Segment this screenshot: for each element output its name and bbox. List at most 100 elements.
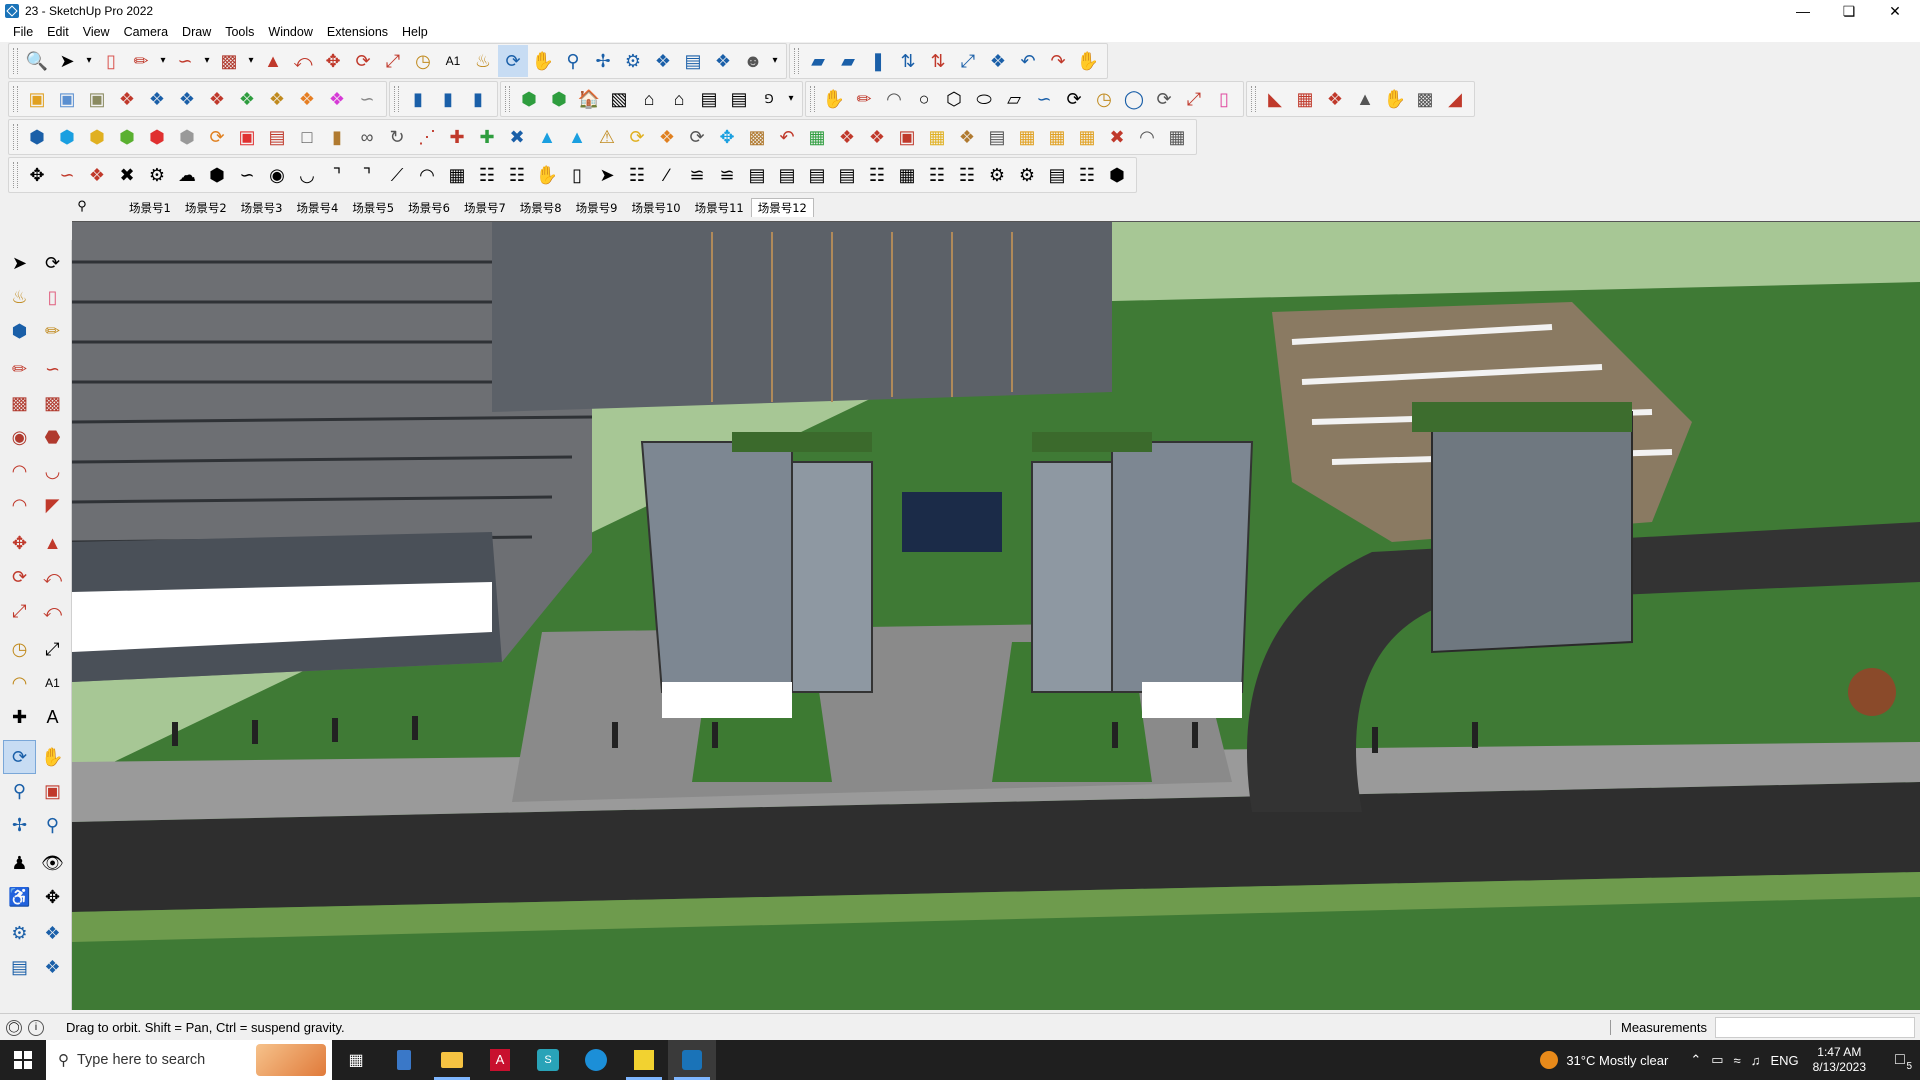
tool-r3-17-icon[interactable]: ✖ (502, 121, 532, 153)
tool-r4-5-icon[interactable]: ⚙ (142, 159, 172, 191)
chevron-down-icon[interactable]: ▾ (82, 45, 96, 77)
tool-r3-12-icon[interactable]: ∞ (352, 121, 382, 153)
push-pull-icon[interactable]: ▲ (36, 526, 69, 560)
tool-r3-1-icon[interactable]: ⬢ (22, 121, 52, 153)
windows-start-icon[interactable] (0, 1040, 46, 1080)
zoom-window-icon[interactable]: ▣ (36, 774, 69, 808)
arc-icon[interactable]: ◠ (3, 454, 36, 488)
tool-r4-35-icon[interactable]: ▤ (1042, 159, 1072, 191)
solid-intersect-icon[interactable]: ▣ (52, 83, 82, 115)
eraser-icon[interactable]: ▯ (36, 280, 69, 314)
zoom-icon[interactable]: ⚲ (3, 774, 36, 808)
scene-tab-8[interactable]: 场景号8 (513, 198, 569, 217)
sandbox-6-icon[interactable]: ❖ (262, 83, 292, 115)
extension-warehouse-icon[interactable]: ❖ (648, 45, 678, 77)
tool-r4-9-icon[interactable]: ◉ (262, 159, 292, 191)
scene-tab-4[interactable]: 场景号4 (289, 198, 345, 217)
tool-r3-11-icon[interactable]: ▮ (322, 121, 352, 153)
tool-r3-13-icon[interactable]: ↻ (382, 121, 412, 153)
tool-r4-14-icon[interactable]: ◠ (412, 159, 442, 191)
layout-icon[interactable]: ▤ (678, 45, 708, 77)
line-icon[interactable]: ✏ (3, 352, 36, 386)
close-icon[interactable]: ✕ (1872, 0, 1918, 22)
scene-tab-11[interactable]: 场景号11 (688, 198, 751, 217)
tool-r3-35-icon[interactable]: ▦ (1042, 121, 1072, 153)
freehand-icon[interactable]: ∽ (170, 45, 200, 77)
position-camera-icon[interactable]: ♟ (3, 846, 36, 880)
sandbox-1-icon[interactable]: ❖ (112, 83, 142, 115)
tool-r4-2-icon[interactable]: ∽ (52, 159, 82, 191)
push-pull-icon[interactable]: ▲ (258, 45, 288, 77)
chevron-down-icon[interactable]: ▾ (200, 45, 214, 77)
zoom-window-icon[interactable]: ✢ (588, 45, 618, 77)
tool-r4-25-icon[interactable]: ▤ (742, 159, 772, 191)
bottom-view-icon[interactable]: ▤ (724, 83, 754, 115)
restore-icon[interactable]: ❏ (1826, 0, 1872, 22)
extension-manager-icon[interactable]: ❖ (36, 950, 69, 984)
zoom-icon[interactable]: ⚲ (558, 45, 588, 77)
move-icon[interactable]: ✥ (3, 526, 36, 560)
scene-tab-3[interactable]: 场景号3 (234, 198, 290, 217)
sandbox-2-icon[interactable]: ❖ (142, 83, 172, 115)
tape-measure-icon[interactable]: ◷ (408, 45, 438, 77)
menu-edit[interactable]: Edit (40, 22, 76, 42)
scene-tab-2[interactable]: 场景号2 (178, 198, 234, 217)
plugin-7-icon[interactable]: ❖ (983, 45, 1013, 77)
home-icon[interactable]: ⌂ (634, 83, 664, 115)
right-view-icon[interactable]: ▧ (604, 83, 634, 115)
chevron-down-icon[interactable]: ▾ (768, 45, 782, 77)
move-icon[interactable]: ✥ (318, 45, 348, 77)
paint-bucket-icon[interactable]: ♨ (3, 280, 36, 314)
plugin-6-icon[interactable]: ⤢ (953, 45, 983, 77)
scale-icon[interactable]: ⤢ (378, 45, 408, 77)
back-view-icon[interactable]: ⌂ (664, 83, 694, 115)
plugin-15-icon[interactable]: ◢ (1440, 83, 1470, 115)
text-icon[interactable]: A1 (438, 45, 468, 77)
tool-r3-26-icon[interactable]: ↶ (772, 121, 802, 153)
tool-r3-39-icon[interactable]: ▦ (1162, 121, 1192, 153)
tag-icon[interactable]: ✏ (36, 314, 69, 348)
tool-r4-16-icon[interactable]: ☷ (472, 159, 502, 191)
chevron-down-icon[interactable]: ▾ (784, 83, 798, 115)
menu-camera[interactable]: Camera (117, 22, 175, 42)
lasso-icon[interactable]: ⟳ (36, 246, 69, 280)
eraser-2-icon[interactable]: ▯ (1209, 83, 1239, 115)
dimension-icon[interactable]: ⤢ (36, 632, 69, 666)
tool-r4-36-icon[interactable]: ☷ (1072, 159, 1102, 191)
ellipse-icon[interactable]: ⬭ (969, 83, 999, 115)
taskbar-search-box[interactable]: ⚲ Type here to search (46, 1040, 332, 1080)
section-plane-icon[interactable]: ✥ (36, 880, 69, 914)
stretch-icon[interactable]: ⤢ (1179, 83, 1209, 115)
tool-r3-5-icon[interactable]: ⬢ (142, 121, 172, 153)
scale-icon[interactable]: ⤢ (3, 594, 36, 628)
zoom-extents-icon[interactable]: ✢ (3, 808, 36, 842)
tool-r4-1-icon[interactable]: ✥ (22, 159, 52, 191)
plugin-10-icon[interactable]: ▦ (1290, 83, 1320, 115)
select-icon[interactable]: ➤ (3, 246, 36, 280)
rotate-2-icon[interactable]: ⟳ (1149, 83, 1179, 115)
tool-r3-8-icon[interactable]: ▣ (232, 121, 262, 153)
scene-tab-7[interactable]: 场景号7 (457, 198, 513, 217)
previous-view-icon[interactable]: ⚲ (36, 808, 69, 842)
tool-r4-8-icon[interactable]: ∽ (232, 159, 262, 191)
task-view-icon[interactable]: ▦ (332, 1040, 380, 1080)
arc-icon[interactable]: ◠ (879, 83, 909, 115)
look-around-icon[interactable]: 👁 (36, 846, 69, 880)
tool-r4-28-icon[interactable]: ▤ (832, 159, 862, 191)
acrobat-icon[interactable]: A (476, 1040, 524, 1080)
menu-draw[interactable]: Draw (175, 22, 218, 42)
tool-r3-32-icon[interactable]: ❖ (952, 121, 982, 153)
sandbox-4-icon[interactable]: ❖ (202, 83, 232, 115)
tool-r3-28-icon[interactable]: ❖ (832, 121, 862, 153)
tool-r4-12-icon[interactable]: ⌝ (352, 159, 382, 191)
geo-location-icon[interactable]: ◯ (6, 1019, 22, 1036)
edge-icon[interactable] (572, 1040, 620, 1080)
solid-union-icon[interactable]: ▣ (82, 83, 112, 115)
tool-r3-24-icon[interactable]: ✥ (712, 121, 742, 153)
plugin-2-icon[interactable]: ▰ (833, 45, 863, 77)
make-component-icon[interactable]: ⬢ (3, 314, 36, 348)
sketchup-icon[interactable] (668, 1040, 716, 1080)
top-view-icon[interactable]: ⬢ (544, 83, 574, 115)
tool-r3-36-icon[interactable]: ▦ (1072, 121, 1102, 153)
eraser-icon[interactable]: ▯ (96, 45, 126, 77)
